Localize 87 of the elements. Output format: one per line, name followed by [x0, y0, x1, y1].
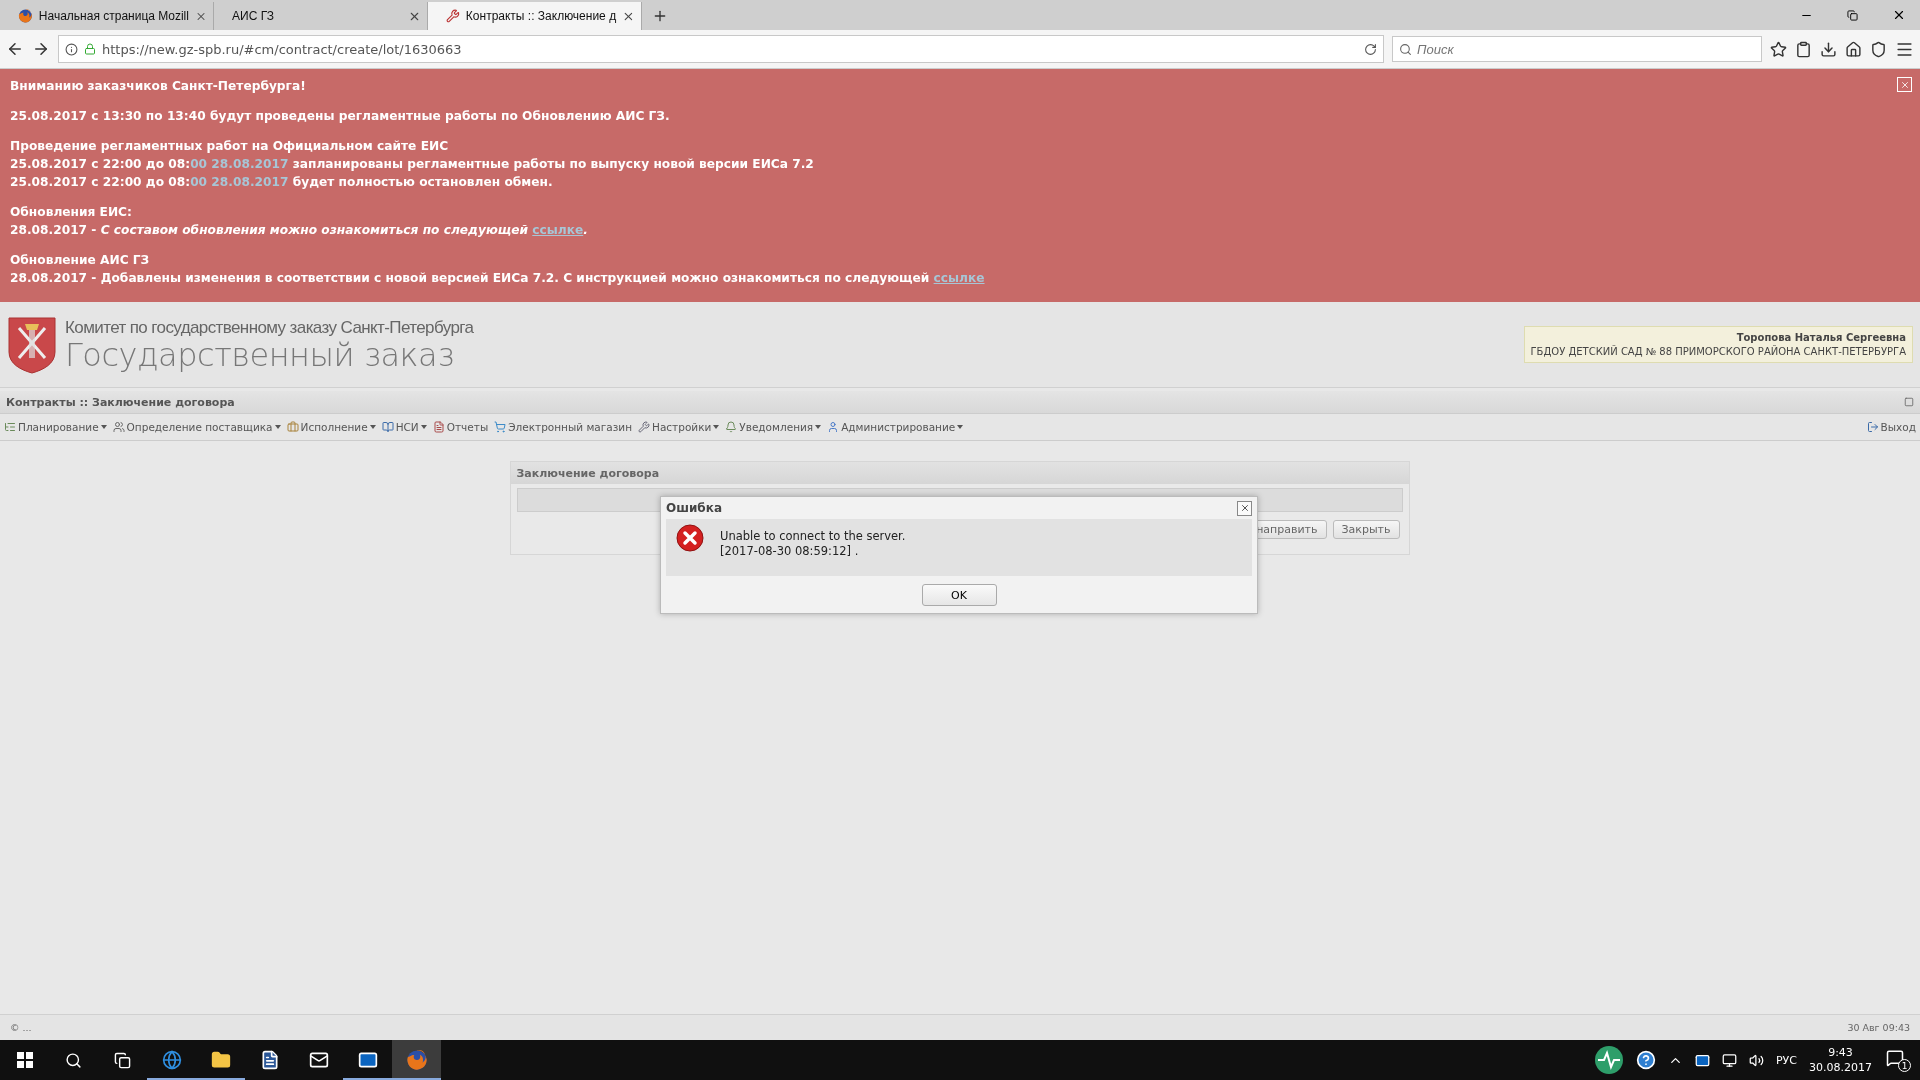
caret-icon: [815, 425, 822, 429]
info-icon[interactable]: [65, 42, 78, 56]
download-icon[interactable]: [1820, 40, 1837, 58]
caret-icon: [420, 425, 427, 429]
user-name: Торопова Наталья Сергеевна: [1735, 332, 1906, 343]
error-message: [2017-08-30 08:59:12] .: [720, 544, 860, 559]
lock-icon: [84, 43, 96, 55]
pulse-icon[interactable]: [1594, 1045, 1624, 1075]
logout-link[interactable]: Выход: [1866, 421, 1916, 433]
notice-line: Обновления ЕИС:: [10, 204, 132, 221]
notice-line: 25.08.2017 с 13:30 по 13:40 будут проведены регламентные работы по Обновлению АИС ГЗ.: [10, 108, 670, 125]
bell-icon: [725, 421, 738, 433]
document-icon: [432, 421, 445, 433]
firefox-icon: [18, 8, 33, 24]
notice-line: 28.08.2017 - С составом обновления можно ознакомиться по следующей ссылке.: [10, 222, 588, 239]
caret-icon: [369, 425, 376, 429]
site-title: Государственный заказ: [65, 337, 454, 372]
search-icon: [1399, 43, 1412, 56]
clock[interactable]: 9:43 30.08.2017: [1809, 1045, 1872, 1075]
menu-item[interactable]: Определение поставщика: [112, 421, 281, 433]
copyright-text: © ...: [10, 1022, 32, 1033]
notification-count: 1: [1898, 1059, 1911, 1072]
notice-line: Вниманию заказчиков Санкт-Петербурга!: [10, 78, 306, 95]
dialog-title: Ошибка: [666, 501, 722, 515]
menu-item[interactable]: Настройки: [638, 421, 720, 433]
error-message: Unable to connect to the server.: [720, 529, 906, 544]
search-field[interactable]: Поиск: [1392, 36, 1762, 62]
back-icon[interactable]: [6, 40, 24, 58]
menu-item[interactable]: НСИ: [381, 421, 427, 433]
new-tab-icon[interactable]: [652, 8, 668, 24]
status-date: 30 Авг 09:43: [1847, 1022, 1910, 1033]
close-icon[interactable]: [1892, 8, 1906, 22]
close-icon[interactable]: [1237, 500, 1252, 516]
cart-icon: [494, 421, 507, 433]
menu-item[interactable]: Отчеты: [432, 421, 489, 433]
firefox-icon: [405, 1049, 428, 1071]
notification-icon: [1886, 1049, 1904, 1067]
notice-line: 25.08.2017 с 22:00 до 08:00 28.08.2017 запланированы регламентные работы по выпуску новой версии ЕИСа 7.2: [10, 156, 814, 173]
caret-icon: [713, 425, 720, 429]
error-icon: [676, 524, 704, 552]
volume-icon[interactable]: [1749, 1052, 1764, 1068]
windows-icon: [16, 1052, 33, 1068]
search-icon: [65, 1051, 82, 1069]
notice-line: 28.08.2017 - Добавлены изменения в соответствии с новой версией ЕИСа 7.2. С инструкцией можно ознакомиться по следующей ссылке: [10, 270, 985, 287]
book-icon: [381, 421, 394, 433]
help-icon[interactable]: [1636, 1050, 1656, 1070]
menu-item[interactable]: Уведомления: [725, 421, 822, 433]
people-icon: [112, 421, 125, 433]
browser-tab[interactable]: Контракты :: Заключение д: [428, 2, 642, 30]
forward-icon[interactable]: [32, 40, 50, 58]
folder-icon: [210, 1050, 231, 1070]
notification-button[interactable]: 1: [1884, 1047, 1912, 1073]
home-icon[interactable]: [1845, 40, 1862, 58]
notice-line: Проведение регламентных работ на Официальном сайте ЕИС: [10, 138, 449, 155]
caret-icon: [100, 425, 107, 429]
tool-icon: [446, 9, 460, 23]
panel-title: Заключение договора: [516, 466, 660, 480]
user-icon: [827, 421, 840, 433]
reload-icon[interactable]: [1364, 42, 1377, 56]
wrench-icon: [638, 421, 650, 433]
caret-icon: [957, 425, 964, 429]
menu-item[interactable]: Электронный магазин: [494, 421, 632, 433]
url-field[interactable]: https://new.gz-spb.ru/#cm/contract/create/lot/1630663: [58, 35, 1384, 63]
restore-icon[interactable]: [1847, 9, 1858, 21]
caret-icon: [274, 425, 281, 429]
briefcase-icon: [286, 421, 299, 433]
shield-icon[interactable]: [1870, 40, 1887, 58]
ok-button[interactable]: OK: [921, 584, 997, 606]
notice-line: Обновление АИС ГЗ: [10, 252, 150, 269]
globe-icon: [161, 1050, 182, 1070]
logout-icon: [1866, 421, 1879, 433]
collapse-icon[interactable]: [1904, 397, 1914, 407]
network-icon[interactable]: [1722, 1052, 1737, 1068]
list-icon: [4, 421, 16, 433]
menu-item[interactable]: Администрирование: [827, 421, 964, 433]
committee-name: Комитет по государственному заказу Санкт-Петербурга: [65, 317, 474, 338]
star-icon[interactable]: [1770, 40, 1787, 58]
language-indicator[interactable]: РУС: [1776, 1053, 1797, 1067]
organization-name: ГБДОУ ДЕТСКИЙ САД № 88 ПРИМОРСКОГО РАЙОНА САНКТ-ПЕТЕРБУРГА: [1530, 346, 1906, 357]
section-title: Контракты :: Заключение договора: [6, 395, 235, 409]
menu-item[interactable]: Планирование: [4, 421, 107, 433]
windows-stack-icon: [114, 1051, 131, 1069]
coat-of-arms-icon: [7, 315, 57, 374]
menu-item[interactable]: Исполнение: [286, 421, 376, 433]
notice-line: 25.08.2017 с 22:00 до 08:00 28.08.2017 будет полностью остановлен обмен.: [10, 174, 553, 191]
clipboard-icon[interactable]: [1795, 40, 1812, 58]
panel-button[interactable]: Закрыть: [1332, 520, 1400, 539]
